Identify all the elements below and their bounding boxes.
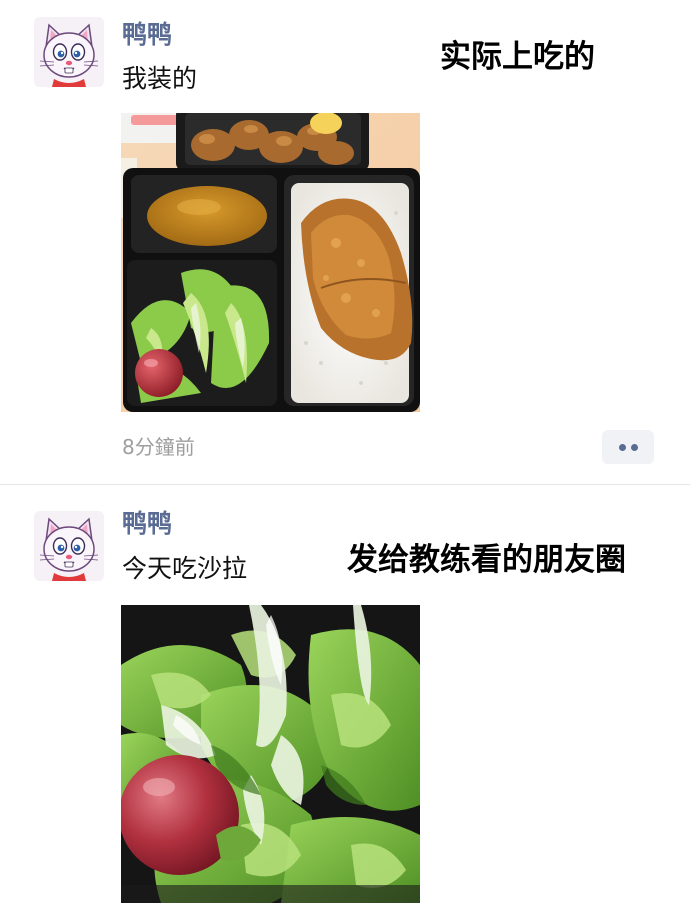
overlay-label: 发给教练看的朋友圈 xyxy=(347,542,626,578)
post-caption: 今天吃沙拉 xyxy=(122,554,248,583)
avatar[interactable] xyxy=(34,511,104,581)
moment-post-2: 鸭鸭 今天吃沙拉 发给教练看的朋友圈 xyxy=(0,485,690,918)
avatar[interactable] xyxy=(34,17,104,87)
cat-avatar-icon xyxy=(34,17,104,87)
post-timestamp: 8分鐘前 xyxy=(122,435,195,459)
more-dots-icon xyxy=(619,444,626,451)
post-photo-bento[interactable] xyxy=(121,113,420,412)
more-options-button[interactable] xyxy=(602,430,654,464)
username[interactable]: 鸭鸭 xyxy=(122,20,172,50)
salad-photo-image xyxy=(121,605,420,903)
post-photo-salad[interactable] xyxy=(121,605,420,903)
post-caption: 我装的 xyxy=(122,64,198,93)
bento-photo-image xyxy=(121,113,420,412)
more-dots-icon xyxy=(631,444,638,451)
overlay-label: 实际上吃的 xyxy=(440,39,595,75)
moment-post-1: 鸭鸭 我装的 实际上吃的 8分鐘前 xyxy=(0,0,690,484)
cat-avatar-icon xyxy=(34,511,104,581)
username[interactable]: 鸭鸭 xyxy=(122,509,172,539)
